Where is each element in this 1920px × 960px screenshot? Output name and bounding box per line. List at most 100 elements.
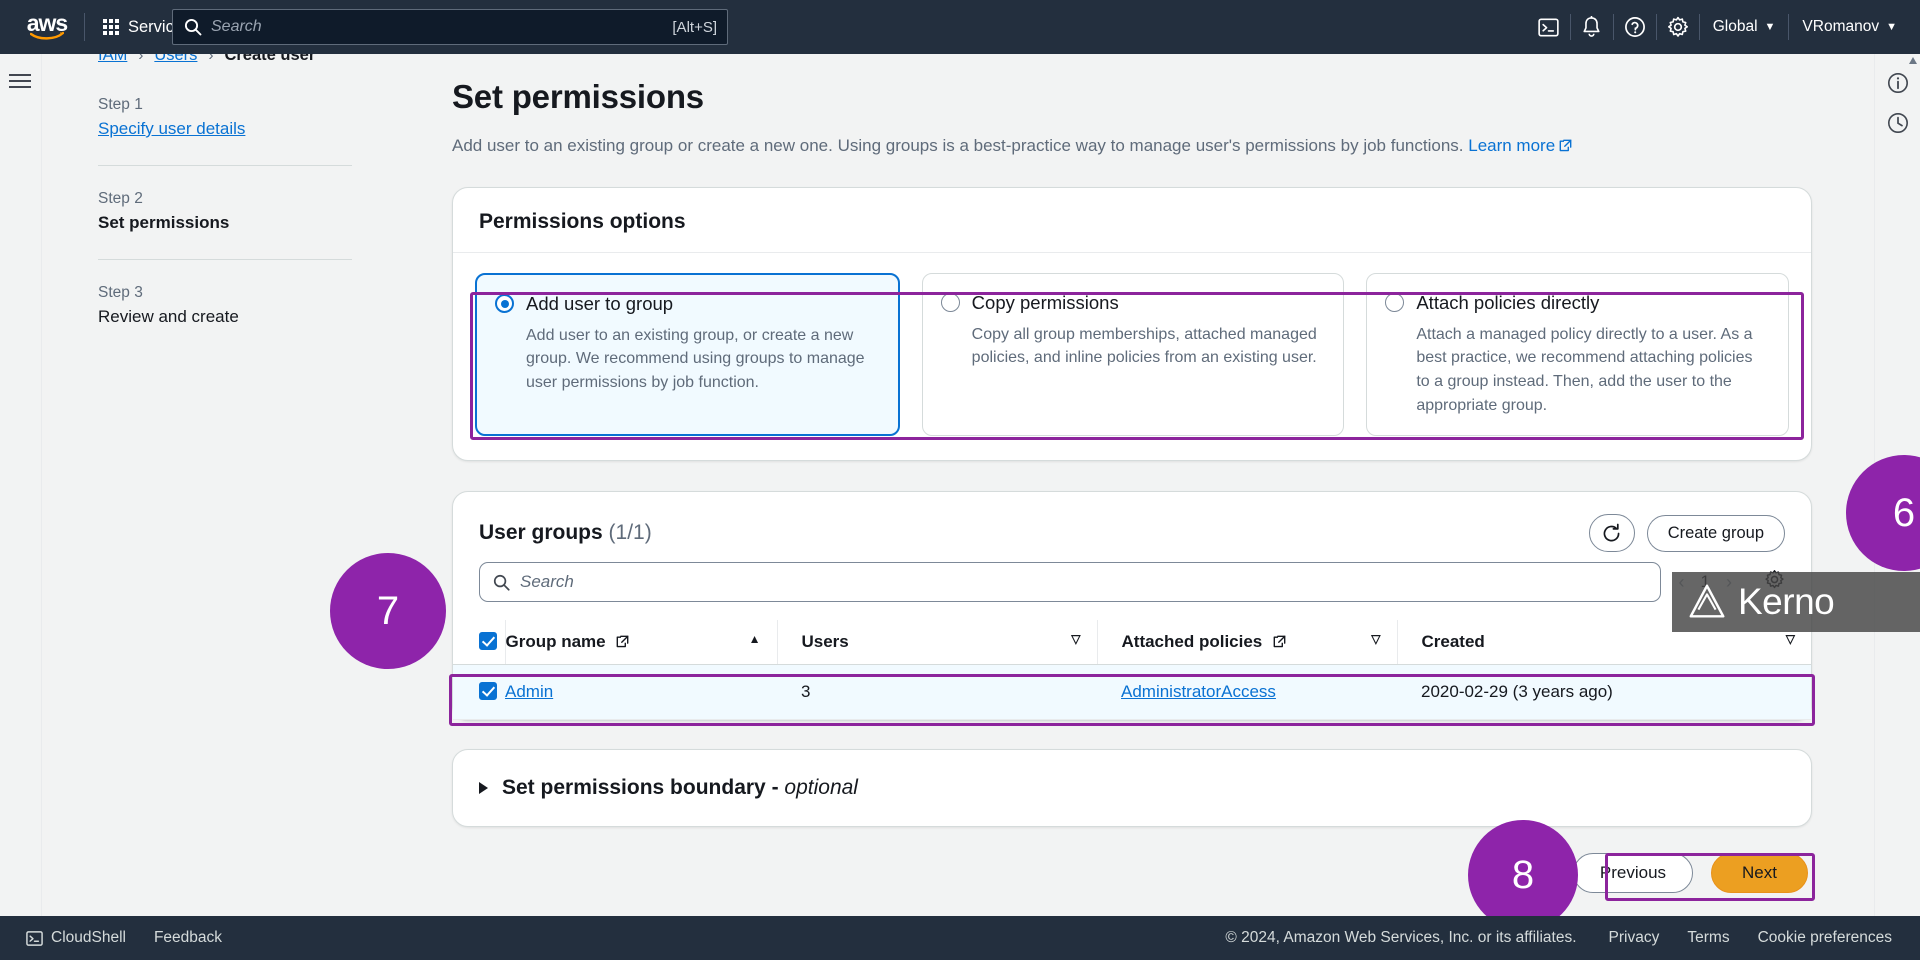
radio-attach-policies-directly[interactable] <box>1385 293 1405 313</box>
radio-add-user-to-group[interactable] <box>495 294 514 314</box>
permissions-options-panel: Permissions options Add user to group Ad… <box>452 186 1812 462</box>
annotation-badge-7: 7 <box>330 553 446 669</box>
user-groups-search-input[interactable]: Search <box>479 562 1661 603</box>
cloudshell-icon[interactable] <box>1528 7 1570 47</box>
history-icon[interactable] <box>1881 106 1915 140</box>
table-header-select-all <box>453 620 506 666</box>
sort-icon[interactable]: ▽ <box>1786 632 1795 646</box>
user-groups-search-row: Search ‹ 1 › <box>453 558 1811 603</box>
kerno-logo-icon <box>1689 584 1725 618</box>
aws-logo-text: aws <box>26 10 68 36</box>
previous-button[interactable]: Previous <box>1572 853 1694 894</box>
option-description: Attach a managed policy directly to a us… <box>1416 325 1753 414</box>
next-button[interactable]: Next <box>1711 853 1808 894</box>
option-card-header: Copy permissions <box>940 291 1324 314</box>
option-card-header: Attach policies directly <box>1385 292 1768 314</box>
table-header-row: Group name ▲ Users ▽ Attached policies ▽ <box>453 620 1811 666</box>
option-card-header: Add user to group <box>495 293 878 315</box>
column-header-group-name-label: Group name <box>505 632 606 652</box>
user-groups-title: User groups (1/1) <box>479 521 652 545</box>
search-icon <box>493 574 510 591</box>
row-select-cell <box>453 664 505 721</box>
global-search-placeholder: Search <box>211 18 262 35</box>
permissions-boundary-toggle[interactable]: Set permissions boundary - optional <box>479 776 1785 800</box>
option-card-copy-permissions[interactable]: Copy permissions Copy all group membersh… <box>921 272 1345 437</box>
sort-icon[interactable]: ▽ <box>1071 632 1080 646</box>
table-row[interactable]: Admin 3 AdministratorAccess 2020-02-29 (… <box>453 664 1811 721</box>
user-groups-header: User groups (1/1) Create group <box>453 492 1811 558</box>
external-link-icon <box>1273 635 1286 648</box>
column-header-group-name[interactable]: Group name ▲ <box>505 620 778 666</box>
feedback-button[interactable]: Feedback <box>140 922 236 954</box>
column-header-users[interactable]: Users ▽ <box>777 620 1098 666</box>
select-all-checkbox[interactable] <box>479 632 497 651</box>
search-icon <box>184 18 202 36</box>
annotation-badge-8: 8 <box>1468 820 1578 930</box>
copyright-text: © 2024, Amazon Web Services, Inc. or its… <box>1225 929 1577 946</box>
option-card-attach-policies-directly[interactable]: Attach policies directly Attach a manage… <box>1366 272 1790 437</box>
left-side-rail <box>0 54 42 916</box>
sort-ascending-icon[interactable]: ▲ <box>749 632 761 646</box>
bell-icon[interactable] <box>1571 7 1613 47</box>
chevron-down-icon: ▼ <box>1764 21 1776 33</box>
global-search-input[interactable]: Search [Alt+S] <box>172 9 728 45</box>
user-groups-panel: User groups (1/1) Create group Search Gr… <box>452 491 1812 722</box>
user-groups-search-placeholder: Search <box>520 572 574 592</box>
nav-divider <box>84 13 85 41</box>
radio-copy-permissions[interactable] <box>940 293 960 313</box>
create-group-button[interactable]: Create group <box>1646 514 1785 552</box>
group-name-link[interactable]: Admin <box>505 682 553 701</box>
form-actions: Previous Next <box>452 853 1812 894</box>
step-3-label: Review and create <box>98 307 239 326</box>
sort-icon[interactable]: ▽ <box>1371 632 1380 646</box>
cell-group-name: Admin <box>505 664 777 721</box>
top-nav-right-group: Global ▼ VRomanov ▼ <box>1528 0 1920 54</box>
wizard-steps-sidebar: Step 1 Specify user details Step 2 Set p… <box>98 96 352 327</box>
region-selector[interactable]: Global ▼ <box>1700 10 1789 44</box>
terms-link[interactable]: Terms <box>1673 922 1743 954</box>
kerno-watermark-text: Kerno <box>1738 581 1835 622</box>
option-title: Attach policies directly <box>1416 291 1600 313</box>
info-icon[interactable] <box>1881 66 1915 100</box>
help-icon[interactable] <box>1614 7 1656 47</box>
column-header-attached-policies-label: Attached policies <box>1121 632 1263 652</box>
bottom-bar-left: CloudShell Feedback <box>0 922 236 954</box>
global-search-shortcut: [Alt+S] <box>672 18 717 36</box>
option-description: Add user to an existing group, or create… <box>526 326 865 391</box>
user-groups-table: Group name ▲ Users ▽ Attached policies ▽ <box>453 620 1811 721</box>
top-navigation-bar: aws Services Search [Alt+S] Global ▼ VRo… <box>0 0 1920 54</box>
attached-policy-link[interactable]: AdministratorAccess <box>1121 682 1276 701</box>
cloudshell-button[interactable]: CloudShell <box>12 922 140 954</box>
grid-icon <box>103 19 119 35</box>
step-1-label[interactable]: Specify user details <box>98 119 352 139</box>
bottom-bar: CloudShell Feedback © 2024, Amazon Web S… <box>0 916 1920 960</box>
step-2: Step 2 Set permissions <box>98 190 352 233</box>
gear-icon[interactable] <box>1657 7 1699 47</box>
learn-more-link[interactable]: Learn more <box>1468 136 1572 155</box>
refresh-button[interactable] <box>1588 514 1635 553</box>
option-description: Copy all group memberships, attached man… <box>971 325 1317 367</box>
external-link-icon <box>1559 139 1572 152</box>
page-description: Add user to an existing group or create … <box>452 134 1812 159</box>
option-title: Copy permissions <box>971 291 1119 313</box>
scrollbar-up-arrow[interactable] <box>1908 54 1918 70</box>
account-label: VRomanov <box>1802 18 1880 35</box>
permissions-boundary-title: Set permissions boundary - optional <box>502 776 858 800</box>
permissions-options-header: Permissions options <box>453 188 1811 253</box>
aws-smile-icon <box>30 31 64 40</box>
account-menu[interactable]: VRomanov ▼ <box>1789 10 1910 44</box>
cookie-preferences-link[interactable]: Cookie preferences <box>1744 922 1906 954</box>
privacy-link[interactable]: Privacy <box>1595 922 1674 954</box>
permissions-boundary-panel: Set permissions boundary - optional <box>452 749 1812 828</box>
main-content: Set permissions Add user to an existing … <box>452 78 1812 894</box>
menu-toggle-icon[interactable] <box>8 70 33 92</box>
table-header: Group name ▲ Users ▽ Attached policies ▽ <box>453 620 1811 666</box>
cloudshell-icon <box>26 930 43 946</box>
column-header-attached-policies[interactable]: Attached policies ▽ <box>1097 620 1398 666</box>
option-card-add-user-to-group[interactable]: Add user to group Add user to an existin… <box>475 272 900 437</box>
aws-logo[interactable]: aws <box>16 10 78 40</box>
row-checkbox[interactable] <box>479 682 497 701</box>
region-label: Global <box>1712 18 1758 35</box>
permissions-boundary-optional: optional <box>784 776 858 800</box>
cell-attached-policies: AdministratorAccess <box>1097 664 1397 721</box>
